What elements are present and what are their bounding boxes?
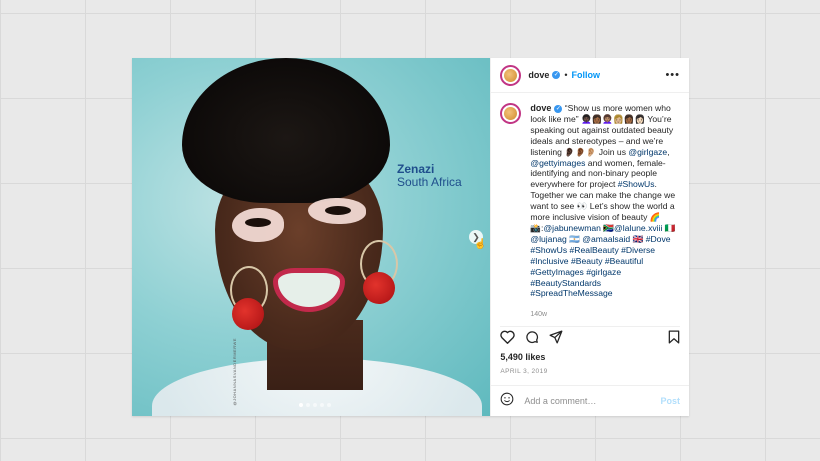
bookmark-icon[interactable] (668, 330, 680, 349)
caption-text: 🇿🇦 (600, 222, 615, 233)
post-photo[interactable]: Zenazi South Africa @JOHANNASVANDERMERWE… (132, 58, 491, 416)
caption-link[interactable]: #ShowUs (618, 179, 655, 189)
caption-link[interactable]: @lujanag (530, 234, 566, 244)
caption-text: 🇦🇷 (566, 233, 583, 244)
carousel-dot (299, 403, 303, 407)
post-date: APRIL 3, 2019 (500, 368, 548, 375)
post-caption: dove ✓ “Show us more women who look like … (530, 103, 683, 318)
photo-credit: @JOHANNASVANDERMERWE (232, 338, 237, 406)
carousel-dot (320, 403, 324, 407)
caption-text: , (667, 146, 670, 157)
caption-link[interactable]: @amaalsaid (582, 234, 630, 244)
caption-text: 🇮🇹 (662, 222, 676, 233)
caption-area: dove ✓ “Show us more women who look like … (500, 103, 683, 318)
action-bar (500, 326, 680, 349)
carousel-dot (306, 403, 310, 407)
carousel-indicator (299, 403, 331, 407)
caption-link[interactable]: @jabunewman (543, 223, 600, 233)
eye-left (245, 218, 271, 227)
caption-link[interactable]: #Diverse (621, 245, 655, 255)
share-icon[interactable] (549, 330, 563, 349)
caption-link[interactable]: #BeautyStandards (530, 278, 601, 288)
comment-icon[interactable] (525, 330, 539, 349)
comment-input[interactable] (522, 395, 647, 407)
post-header: dove ✓ • Follow ••• (491, 58, 689, 93)
caption-body: “Show us more women who look like me” 👩🏿… (530, 103, 675, 298)
post-side-panel: dove ✓ • Follow ••• dove ✓ “Show us more … (490, 58, 689, 416)
follow-button[interactable]: Follow (572, 70, 601, 80)
caption-age: 140w (530, 311, 548, 318)
heart-icon[interactable] (500, 330, 516, 349)
earring-right-pompom (363, 272, 395, 304)
photo-subject-name: Zenazi (397, 162, 435, 176)
eye-right (325, 206, 351, 215)
photo-subject-place: South Africa (397, 175, 462, 189)
caption-link[interactable]: @gettyimages (530, 158, 585, 168)
caption-link[interactable]: #Beautiful (605, 256, 643, 266)
separator-dot: • (564, 70, 568, 80)
carousel-dot (327, 403, 331, 407)
emoji-icon[interactable] (500, 392, 514, 411)
caption-link[interactable]: #girlgaze (586, 267, 621, 277)
caption-link[interactable]: #GettyImages (530, 267, 584, 277)
caption-link[interactable]: #Beauty (571, 256, 603, 266)
dove-logo-icon (504, 107, 518, 120)
caption-link[interactable]: #Inclusive (530, 256, 568, 266)
post-comment-button[interactable]: Post (660, 396, 680, 406)
avatar[interactable] (500, 64, 522, 86)
earring-left-pompom (232, 298, 264, 330)
caption-link[interactable]: #SpreadTheMessage (530, 288, 612, 298)
avatar[interactable] (500, 103, 522, 124)
comment-bar: Post (491, 385, 689, 416)
verified-badge-icon: ✓ (554, 104, 563, 113)
likes-count[interactable]: 5,490 likes (500, 352, 545, 362)
caption-link[interactable]: #Dove (646, 234, 671, 244)
caption-link[interactable]: #RealBeauty (570, 245, 619, 255)
account-handle[interactable]: dove (528, 70, 549, 80)
more-horizontal-icon[interactable]: ••• (665, 69, 680, 81)
caption-link[interactable]: @girlgaze (628, 147, 667, 157)
carousel-dot (313, 403, 317, 407)
instagram-post: Zenazi South Africa @JOHANNASVANDERMERWE… (132, 58, 689, 416)
dove-logo-icon (504, 68, 518, 82)
caption-link[interactable]: @lalune.xviii (614, 223, 662, 233)
caption-link[interactable]: #ShowUs (530, 245, 567, 255)
hair (182, 58, 390, 203)
caption-handle[interactable]: dove (530, 103, 551, 113)
verified-badge-icon: ✓ (552, 71, 561, 79)
caption-text: 🇬🇧 (630, 233, 646, 244)
hand-cursor-icon: ☝ (474, 239, 487, 250)
